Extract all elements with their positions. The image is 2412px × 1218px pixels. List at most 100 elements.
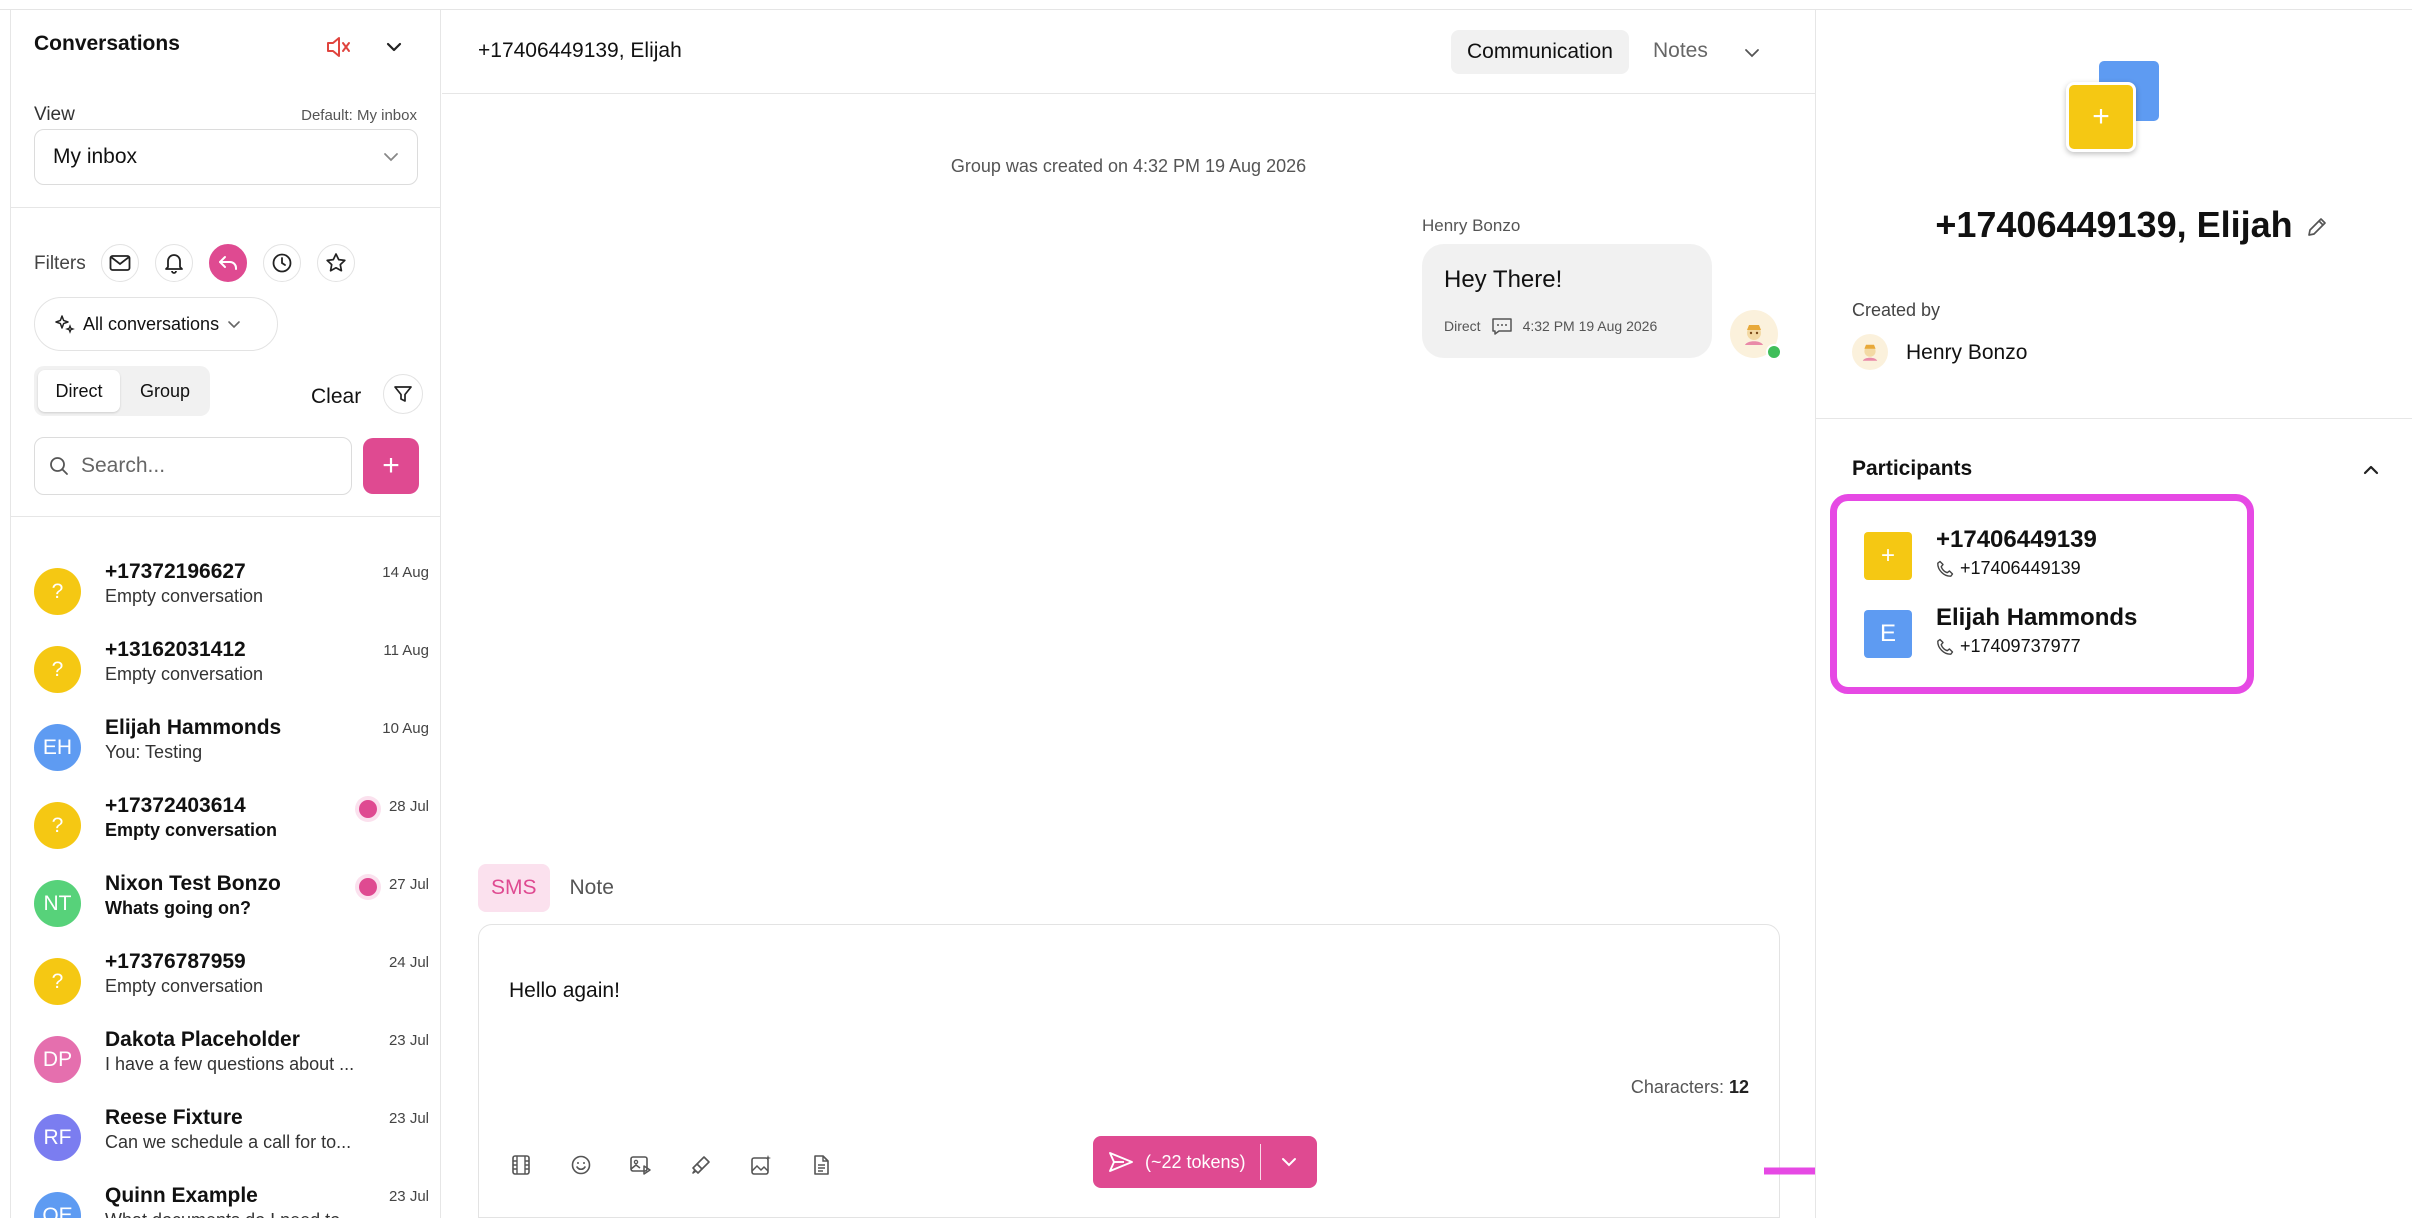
chevron-up-icon[interactable] [2356, 456, 2386, 484]
avatar: ? [34, 802, 81, 849]
creator-name: Henry Bonzo [1906, 341, 2028, 364]
conversation-title: +17406449139, Elijah [478, 39, 682, 62]
conversation-preview: You: Testing [105, 742, 203, 762]
chevron-down-icon [1281, 1158, 1296, 1167]
conversation-date: 11 Aug [383, 642, 429, 659]
conversation-name: Nixon Test Bonzo [105, 872, 281, 895]
participant-phone-number: +17409737977 [1960, 636, 2081, 656]
conversation-date: 27 Jul [388, 876, 429, 893]
view-select-value: My inbox [53, 145, 138, 168]
participants-label: Participants [1852, 457, 1973, 480]
participant-name: +17406449139 [1936, 526, 2097, 553]
conversation-item[interactable]: ? +13162031412 Empty conversation 11 Aug [34, 636, 429, 706]
participant-phone-number: +17406449139 [1960, 558, 2081, 578]
message-sender: Henry Bonzo [1422, 216, 1521, 235]
message-time: 4:32 PM 19 Aug 2026 [1522, 318, 1658, 334]
conversation-name: Dakota Placeholder [105, 1028, 300, 1051]
divider [11, 516, 440, 517]
conversation-item[interactable]: NT Nixon Test Bonzo Whats going on? 27 Jul [34, 870, 429, 940]
avatar [1852, 334, 1888, 370]
bell-filter-icon[interactable] [155, 244, 193, 282]
group-avatar-front: + [2066, 82, 2136, 152]
sidebar-title: Conversations [34, 32, 180, 55]
image-video-icon[interactable] [627, 1151, 655, 1179]
avatar: EH [34, 724, 81, 771]
conversation-date: 10 Aug [382, 720, 429, 737]
conversation-item[interactable]: RF Reese Fixture Can we schedule a call fo… [34, 1104, 429, 1174]
filters-label: Filters [34, 253, 86, 274]
chevron-down-icon [384, 153, 398, 162]
mail-filter-icon[interactable] [101, 244, 139, 282]
conversation-item[interactable]: EH Elijah Hammonds You: Testing 10 Aug [34, 714, 429, 784]
conversation-item[interactable]: DP Dakota Placeholder I have a few questio… [34, 1026, 429, 1096]
conversations-sidebar: Conversations View Default: My inbox My … [10, 10, 441, 1218]
top-border [0, 0, 2412, 10]
film-icon[interactable] [507, 1151, 535, 1179]
message-bubble: Hey There! Direct 4:32 PM 19 Aug 2026 [1422, 244, 1712, 358]
all-conversations-dropdown[interactable]: All conversations [34, 297, 278, 351]
character-count: Characters: 12 [1631, 1077, 1749, 1098]
new-conversation-button[interactable]: + [363, 438, 419, 494]
participant-item[interactable]: E Elijah Hammonds +17409737977 [1864, 604, 2224, 664]
character-count-label: Characters: [1630, 1077, 1724, 1097]
edit-pencil-icon[interactable] [2302, 212, 2332, 242]
participant-name: Elijah Hammonds [1936, 604, 2138, 631]
avatar: NT [34, 880, 81, 927]
brush-icon[interactable] [687, 1151, 715, 1179]
divider [1816, 418, 2412, 419]
search-input[interactable] [81, 454, 321, 478]
reply-filter-icon[interactable] [209, 244, 247, 282]
star-filter-icon[interactable] [317, 244, 355, 282]
annotation-highlight-box [1830, 494, 2254, 694]
segment-direct[interactable]: Direct [38, 370, 120, 412]
send-options-button[interactable] [1261, 1136, 1317, 1188]
funnel-icon [394, 386, 412, 402]
conversation-preview: Empty conversation [105, 664, 264, 684]
send-main[interactable]: (~22 tokens) [1093, 1136, 1260, 1188]
composer-toolbar [507, 1151, 835, 1179]
conversation-item[interactable]: ? +17372403614 Empty conversation 28 Jul [34, 792, 429, 862]
conversation-header: +17406449139, Elijah Communication Notes [442, 10, 1815, 94]
message-text: Hey There! [1444, 266, 1563, 293]
tab-note[interactable]: Note [570, 876, 614, 900]
composer-text[interactable]: Hello again! [509, 979, 620, 1003]
online-status-dot [1766, 344, 1782, 360]
send-label: (~22 tokens) [1145, 1151, 1246, 1172]
conversation-name: +17372403614 [105, 794, 246, 817]
created-by-label: Created by [1852, 300, 1941, 320]
unread-dot [359, 800, 377, 818]
send-button[interactable]: (~22 tokens) [1093, 1136, 1317, 1188]
conversation-name: Elijah Hammonds [105, 716, 282, 739]
view-default-hint: Default: My inbox [301, 107, 417, 124]
emoji-icon[interactable] [567, 1151, 595, 1179]
conversation-preview: Whats going on? [105, 898, 251, 918]
chevron-down-icon [228, 321, 240, 329]
participant-phone: +17409737977 [1936, 636, 2081, 657]
clock-filter-icon[interactable] [263, 244, 301, 282]
conversation-item[interactable]: ? +17376787959 Empty conversation 24 Jul [34, 948, 429, 1018]
document-icon[interactable] [807, 1151, 835, 1179]
speaker-muted-icon[interactable] [321, 32, 357, 62]
avatar: ? [34, 646, 81, 693]
conversation-item[interactable]: QE Quinn Example What documents do I need … [34, 1182, 429, 1218]
search-icon [50, 457, 68, 475]
phone-icon [1937, 638, 1954, 655]
segment-group[interactable]: Group [124, 370, 206, 412]
conversation-preview: What documents do I need to ... [105, 1210, 365, 1218]
conversation-name: Reese Fixture [105, 1106, 243, 1129]
group-avatar: + [2066, 58, 2166, 168]
filter-funnel-button[interactable] [383, 374, 423, 414]
conversation-item[interactable]: ? +17372196627 Empty conversation 14 Aug [34, 558, 429, 628]
tab-sms[interactable]: SMS [478, 864, 550, 912]
conversation-preview: I have a few questions about ... [105, 1054, 355, 1074]
chevron-down-icon[interactable] [376, 32, 412, 62]
view-select[interactable]: My inbox [34, 129, 418, 185]
tab-notes[interactable]: Notes [1653, 39, 1708, 63]
chevron-down-icon[interactable] [1740, 42, 1764, 64]
character-count-value: 12 [1728, 1077, 1749, 1097]
tab-communication[interactable]: Communication [1451, 30, 1629, 74]
participant-item[interactable]: + +17406449139 +17406449139 [1864, 526, 2224, 586]
conversation-name: +13162031412 [105, 638, 246, 661]
clear-button[interactable]: Clear [311, 385, 361, 409]
image-sparkle-icon[interactable] [747, 1151, 775, 1179]
